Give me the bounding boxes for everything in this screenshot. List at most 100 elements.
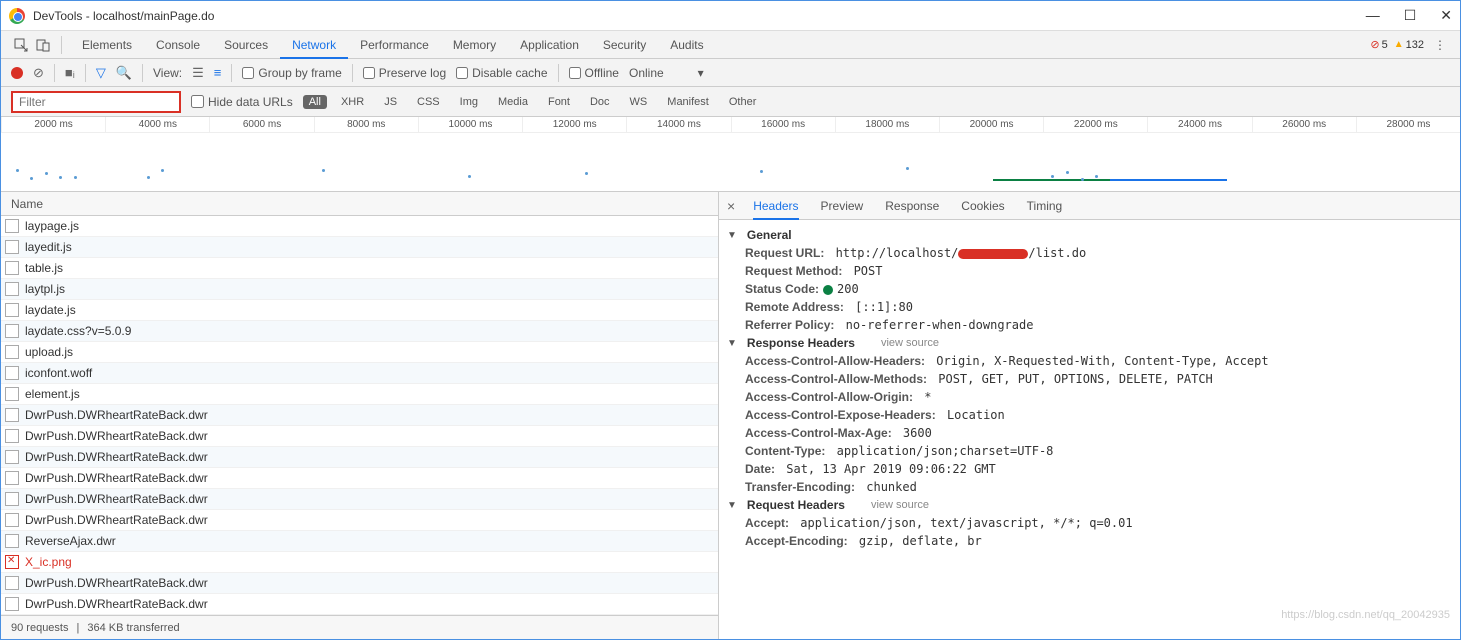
tab-security[interactable]: Security — [591, 31, 658, 59]
header-entry: Request Method: POST — [719, 262, 1460, 280]
tab-network[interactable]: Network — [280, 31, 348, 59]
request-row[interactable]: layedit.js — [1, 237, 718, 258]
request-row[interactable]: element.js — [1, 384, 718, 405]
filter-type-media[interactable]: Media — [492, 95, 534, 109]
request-row[interactable]: DwrPush.DWRheartRateBack.dwr — [1, 573, 718, 594]
filter-type-other[interactable]: Other — [723, 95, 763, 109]
detail-tab-response[interactable]: Response — [885, 192, 939, 220]
network-toolbar: ⊘ ■ᵢ ▽ 🔍 View: ☰ ≡ Group by frame Preser… — [1, 59, 1460, 87]
offline-checkbox[interactable]: Offline — [569, 66, 619, 80]
window-controls: — ☐ ✕ — [1366, 7, 1452, 24]
detail-tab-timing[interactable]: Timing — [1027, 192, 1063, 220]
warning-count[interactable]: 132 — [1394, 39, 1424, 51]
request-row[interactable]: laydate.css?v=5.0.9 — [1, 321, 718, 342]
waterfall-icon[interactable]: ≡ — [214, 65, 222, 80]
view-source-link[interactable]: view source — [881, 337, 939, 349]
collapse-icon[interactable]: ▼ — [727, 338, 737, 349]
collapse-icon[interactable]: ▼ — [727, 230, 737, 241]
filter-type-css[interactable]: CSS — [411, 95, 446, 109]
tab-audits[interactable]: Audits — [658, 31, 715, 59]
filter-type-font[interactable]: Font — [542, 95, 576, 109]
file-icon — [5, 366, 19, 380]
request-row[interactable]: DwrPush.DWRheartRateBack.dwr — [1, 447, 718, 468]
tab-memory[interactable]: Memory — [441, 31, 508, 59]
search-icon[interactable]: 🔍 — [116, 65, 132, 81]
request-row[interactable]: X_ic.png — [1, 552, 718, 573]
filter-type-img[interactable]: Img — [454, 95, 484, 109]
tab-sources[interactable]: Sources — [212, 31, 280, 59]
request-row[interactable]: laypage.js — [1, 216, 718, 237]
request-name: laytpl.js — [25, 282, 65, 296]
camera-icon[interactable]: ■ᵢ — [65, 65, 75, 80]
filter-row: Hide data URLs All XHR JS CSS Img Media Font Do… — [1, 87, 1460, 117]
section-header[interactable]: ▼Response Headersview source — [719, 334, 1460, 352]
filter-input[interactable] — [11, 91, 181, 113]
request-row[interactable]: DwrPush.DWRheartRateBack.dwr — [1, 468, 718, 489]
section-header[interactable]: ▼General — [719, 226, 1460, 244]
minimize-button[interactable]: — — [1366, 7, 1380, 24]
request-count: 90 requests — [11, 622, 68, 634]
status-bar: 90 requests | 364 KB transferred — [1, 615, 718, 639]
hide-data-urls-checkbox[interactable]: Hide data URLs — [191, 95, 293, 109]
timeline-overview[interactable]: 2000 ms4000 ms6000 ms8000 ms10000 ms1200… — [1, 117, 1460, 192]
request-row[interactable]: ReverseAjax.dwr — [1, 531, 718, 552]
detail-tab-cookies[interactable]: Cookies — [961, 192, 1004, 220]
filter-type-all[interactable]: All — [303, 95, 327, 109]
request-row[interactable]: table.js — [1, 258, 718, 279]
request-row[interactable]: laydate.js — [1, 300, 718, 321]
throttling-dropdown[interactable]: Online▾ — [629, 66, 704, 80]
kebab-menu-icon[interactable]: ⋮ — [1430, 38, 1450, 52]
header-entry: Date: Sat, 13 Apr 2019 09:06:22 GMT — [719, 460, 1460, 478]
large-rows-icon[interactable]: ☰ — [192, 65, 204, 81]
preserve-log-checkbox[interactable]: Preserve log — [363, 66, 446, 80]
detail-tab-headers[interactable]: Headers — [753, 192, 798, 220]
request-row[interactable]: DwrPush.DWRheartRateBack.dwr — [1, 594, 718, 615]
clear-button[interactable]: ⊘ — [33, 65, 44, 81]
section-header[interactable]: ▼Request Headersview source — [719, 496, 1460, 514]
close-button[interactable]: ✕ — [1440, 7, 1452, 24]
close-detail-icon[interactable]: × — [727, 198, 735, 214]
filter-type-xhr[interactable]: XHR — [335, 95, 370, 109]
request-row[interactable]: laytpl.js — [1, 279, 718, 300]
tab-elements[interactable]: Elements — [70, 31, 144, 59]
headers-body[interactable]: ▼GeneralRequest URL: http://localhost//l… — [719, 220, 1460, 639]
error-count[interactable]: 5 — [1370, 38, 1387, 51]
file-icon — [5, 471, 19, 485]
file-icon — [5, 429, 19, 443]
header-entry: Access-Control-Expose-Headers: Location — [719, 406, 1460, 424]
request-name: DwrPush.DWRheartRateBack.dwr — [25, 597, 208, 611]
file-icon — [5, 450, 19, 464]
filter-type-js[interactable]: JS — [378, 95, 403, 109]
name-column-header[interactable]: Name — [1, 192, 718, 216]
request-row[interactable]: iconfont.woff — [1, 363, 718, 384]
request-row[interactable]: upload.js — [1, 342, 718, 363]
request-row[interactable]: DwrPush.DWRheartRateBack.dwr — [1, 426, 718, 447]
device-toggle-icon[interactable] — [33, 31, 53, 59]
view-source-link[interactable]: view source — [871, 499, 929, 511]
request-name: ReverseAjax.dwr — [25, 534, 116, 548]
tab-console[interactable]: Console — [144, 31, 212, 59]
record-button[interactable] — [11, 67, 23, 79]
request-row[interactable]: DwrPush.DWRheartRateBack.dwr — [1, 489, 718, 510]
maximize-button[interactable]: ☐ — [1404, 7, 1417, 24]
request-list[interactable]: laypage.jslayedit.js table.js laytpl.js lay… — [1, 216, 718, 615]
group-by-frame-checkbox[interactable]: Group by frame — [242, 66, 341, 80]
disable-cache-checkbox[interactable]: Disable cache — [456, 66, 547, 80]
request-name: table.js — [25, 261, 63, 275]
request-row[interactable]: DwrPush.DWRheartRateBack.dwr — [1, 510, 718, 531]
inspect-icon[interactable] — [11, 31, 31, 59]
request-row[interactable]: DwrPush.DWRheartRateBack.dwr — [1, 405, 718, 426]
tab-performance[interactable]: Performance — [348, 31, 441, 59]
filter-icon[interactable]: ▽ — [96, 65, 106, 81]
titlebar: DevTools - localhost/mainPage.do — ☐ ✕ — [1, 1, 1460, 31]
filter-type-doc[interactable]: Doc — [584, 95, 616, 109]
filter-type-ws[interactable]: WS — [624, 95, 654, 109]
detail-tab-preview[interactable]: Preview — [821, 192, 864, 220]
devtools-window: DevTools - localhost/mainPage.do — ☐ ✕ E… — [0, 0, 1461, 640]
request-name: DwrPush.DWRheartRateBack.dwr — [25, 408, 208, 422]
request-name: laydate.js — [25, 303, 76, 317]
filter-type-manifest[interactable]: Manifest — [661, 95, 715, 109]
tab-application[interactable]: Application — [508, 31, 591, 59]
collapse-icon[interactable]: ▼ — [727, 500, 737, 511]
header-entry: Access-Control-Allow-Origin: * — [719, 388, 1460, 406]
